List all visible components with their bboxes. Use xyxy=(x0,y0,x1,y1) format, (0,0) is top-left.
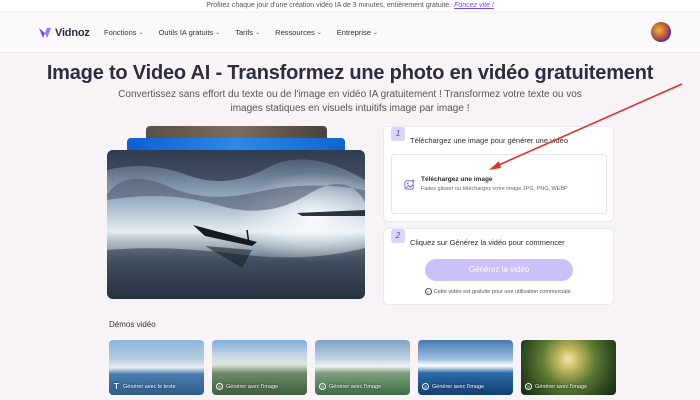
demo-label-text: Générer avec l'image xyxy=(329,383,382,390)
page-title: Image to Video AI - Transformez une phot… xyxy=(46,62,654,84)
copyright-icon: c xyxy=(424,288,432,295)
demo-label: ◎ Générer avec l'image xyxy=(422,383,484,390)
demo-label: ◎ Générer avec l'image xyxy=(319,383,381,390)
chevron-down-icon: ⌄ xyxy=(255,30,261,36)
preview-image xyxy=(107,150,365,299)
menu-label: Fonctions xyxy=(104,28,137,37)
step-number: 2 xyxy=(391,229,405,243)
menu-label: Ressources xyxy=(275,28,315,37)
demo-label-text: Générer avec l'image xyxy=(432,383,485,390)
menu-tarifs[interactable]: Tarifs ⌄ xyxy=(235,28,260,37)
promo-link[interactable]: Foncez vite ! xyxy=(454,2,494,9)
menu-ressources[interactable]: Ressources ⌄ xyxy=(275,28,322,37)
upload-hint: Faites glisser ou téléchargez votre imag… xyxy=(421,186,568,192)
menu-fonctions[interactable]: Fonctions ⌄ xyxy=(104,28,144,37)
demo-label: ◎ Générer avec l'image xyxy=(216,383,278,390)
image-icon: ◎ xyxy=(525,383,532,390)
promo-text: Profitez chaque jour d'une création vidé… xyxy=(206,2,452,9)
top-navbar: Vidnoz Fonctions ⌄ Outils IA gratuits ⌄ Ta… xyxy=(0,13,700,53)
demo-label-text: Générer avec l'image xyxy=(226,383,279,390)
step-1-title: Téléchargez une image pour générer une v… xyxy=(410,136,569,145)
chevron-down-icon: ⌄ xyxy=(215,30,221,36)
chevron-down-icon: ⌄ xyxy=(316,30,322,36)
demo-video-card[interactable]: T Générer avec le texte xyxy=(109,340,204,395)
demos-heading: Démos vidéo xyxy=(109,320,156,329)
upload-title: Téléchargez une image xyxy=(421,176,493,183)
demo-label-text: Générer avec l'image xyxy=(535,383,588,390)
step-2-title: Cliquez sur Générez la vidéo pour commen… xyxy=(410,238,565,247)
commercial-use-note: c Cette vidéo est gratuite pour une utili… xyxy=(384,288,613,295)
menu-entreprise[interactable]: Entreprise ⌄ xyxy=(337,28,378,37)
step-1-card: 1 Téléchargez une image pour générer une… xyxy=(383,126,614,222)
generate-video-button[interactable]: Générez la vidéo xyxy=(425,259,573,281)
commercial-use-text: Cette vidéo est gratuite pour une utilis… xyxy=(433,288,573,295)
demo-label: T Générer avec le texte xyxy=(113,382,176,391)
promo-banner: Profitez chaque jour d'une création vidé… xyxy=(0,0,700,11)
vidnoz-logo-icon xyxy=(39,28,51,38)
brand-name: Vidnoz xyxy=(55,27,90,39)
lake-boat-image xyxy=(107,150,365,299)
menu-outils-ia[interactable]: Outils IA gratuits ⌄ xyxy=(159,28,221,37)
demo-video-list: T Générer avec le texte ◎ Générer avec l'i… xyxy=(109,340,616,395)
chevron-down-icon: ⌄ xyxy=(372,30,379,36)
image-icon: ◎ xyxy=(422,383,429,390)
image-upload-icon xyxy=(404,179,415,190)
demo-video-card[interactable]: ◎ Générer avec l'image xyxy=(418,340,513,395)
image-icon: ◎ xyxy=(216,383,223,390)
user-avatar[interactable] xyxy=(651,22,671,42)
brand-logo[interactable]: Vidnoz xyxy=(38,26,90,40)
step-number: 1 xyxy=(391,127,405,141)
page-subtitle: Convertissez sans effort du texte ou de … xyxy=(118,89,582,114)
image-upload-dropzone[interactable]: Téléchargez une image Faites glisser ou … xyxy=(391,154,607,214)
step-2-card: 2 Cliquez sur Générez la vidéo pour comm… xyxy=(383,228,614,305)
image-icon: ◎ xyxy=(319,383,326,390)
text-icon: T xyxy=(114,382,119,391)
demo-video-card[interactable]: ◎ Générer avec l'image xyxy=(315,340,410,395)
demo-label: ◎ Générer avec l'image xyxy=(525,383,587,390)
main-menu: Fonctions ⌄ Outils IA gratuits ⌄ Tarifs ⌄ R… xyxy=(104,28,378,37)
demo-video-card[interactable]: ◎ Générer avec l'image xyxy=(521,340,616,395)
menu-label: Tarifs xyxy=(235,28,254,37)
demo-label-text: Générer avec le texte xyxy=(123,383,176,390)
demo-video-card[interactable]: ◎ Générer avec l'image xyxy=(212,340,307,395)
chevron-down-icon: ⌄ xyxy=(138,30,144,36)
menu-label: Entreprise xyxy=(336,28,371,37)
menu-label: Outils IA gratuits xyxy=(158,28,214,37)
